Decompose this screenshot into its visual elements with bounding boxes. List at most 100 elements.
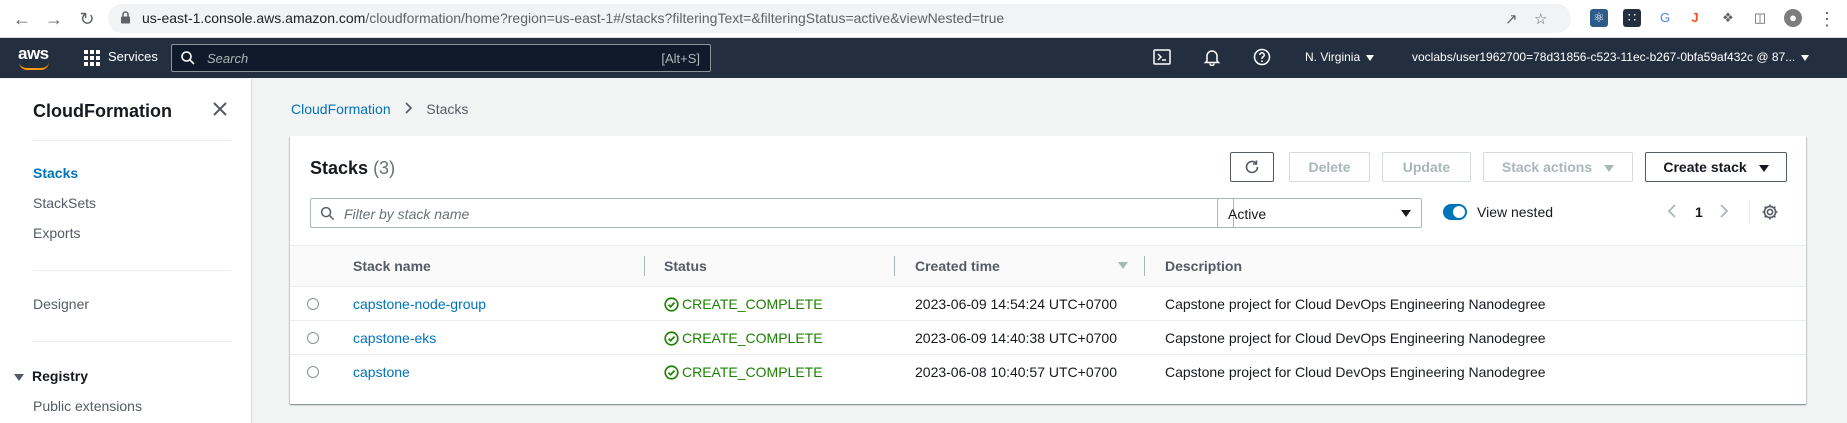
side-panel-icon[interactable]: ◫ — [1751, 9, 1769, 27]
column-resizer[interactable] — [1144, 256, 1145, 276]
update-button[interactable]: Update — [1382, 152, 1471, 182]
row-select-radio[interactable] — [307, 332, 319, 344]
stack-actions-button[interactable]: Stack actions — [1483, 152, 1633, 182]
row-select-radio[interactable] — [307, 298, 319, 310]
lock-icon — [121, 11, 130, 24]
table-header: Stack name Status Created time Descripti… — [290, 245, 1806, 287]
view-nested-toggle[interactable] — [1443, 204, 1467, 220]
status-text: CREATE_COMPLETE — [682, 296, 823, 312]
account-menu[interactable]: voclabs/user1962700=78d31856-c523-11ec-b… — [1412, 50, 1810, 64]
table-row[interactable]: capstone CREATE_COMPLETE 2023-06-08 10:4… — [290, 355, 1806, 389]
column-description[interactable]: Description — [1165, 258, 1242, 274]
caret-down-icon — [14, 373, 24, 381]
browser-toolbar: ← → ↻ us-east-1.console.aws.amazon.com/c… — [0, 0, 1847, 38]
sidebar-group-label: Registry — [32, 368, 89, 384]
column-status[interactable]: Status — [664, 258, 707, 274]
stack-description: Capstone project for Cloud DevOps Engine… — [1165, 364, 1546, 380]
extension-network-icon[interactable]: ∷ — [1623, 9, 1641, 27]
status-filter-select[interactable]: Active — [1217, 198, 1422, 228]
sidebar-divider — [33, 270, 231, 271]
sidebar-title[interactable]: CloudFormation — [33, 101, 172, 122]
url-host: us-east-1.console.aws.amazon.com — [142, 10, 366, 26]
bookmark-star-icon[interactable]: ☆ — [1534, 10, 1547, 28]
stack-name-filter-input[interactable]: Filter by stack name — [310, 198, 1234, 228]
page-number[interactable]: 1 — [1695, 204, 1703, 220]
created-time: 2023-06-09 14:40:38 UTC+0700 — [915, 330, 1117, 346]
status-text: CREATE_COMPLETE — [682, 330, 823, 346]
stack-name-link[interactable]: capstone — [353, 364, 410, 380]
create-stack-button[interactable]: Create stack — [1645, 152, 1787, 182]
stack-description: Capstone project for Cloud DevOps Engine… — [1165, 330, 1546, 346]
column-created-time[interactable]: Created time — [915, 258, 1000, 274]
caret-down-icon — [1758, 164, 1769, 172]
sidebar-item-exports[interactable]: Exports — [33, 225, 80, 241]
table-row[interactable]: capstone-eks CREATE_COMPLETE 2023-06-09 … — [290, 321, 1806, 355]
status-text: CREATE_COMPLETE — [682, 364, 823, 380]
aws-logo[interactable]: aws — [18, 44, 52, 70]
console-search-input[interactable]: Search [Alt+S] — [171, 44, 711, 72]
cloudshell-icon[interactable] — [1153, 48, 1171, 66]
status-filter-value: Active — [1228, 206, 1267, 222]
sidebar-divider — [33, 140, 231, 141]
extension-g-icon[interactable]: G — [1656, 9, 1674, 27]
profile-avatar[interactable]: ● — [1784, 9, 1802, 27]
delete-button[interactable]: Delete — [1289, 152, 1370, 182]
stack-name-link[interactable]: capstone-node-group — [353, 296, 486, 312]
gear-icon[interactable] — [1761, 203, 1779, 221]
url-text: us-east-1.console.aws.amazon.com/cloudfo… — [142, 10, 1004, 26]
back-icon[interactable]: ← — [10, 7, 34, 31]
view-nested-label: View nested — [1477, 204, 1554, 220]
help-icon[interactable] — [1253, 48, 1271, 66]
address-bar[interactable]: us-east-1.console.aws.amazon.com/cloudfo… — [108, 4, 1571, 33]
table-row[interactable]: capstone-node-group CREATE_COMPLETE 2023… — [290, 287, 1806, 321]
sidebar-divider — [33, 341, 231, 342]
sort-descending-icon[interactable] — [1118, 262, 1128, 269]
sidebar-item-designer[interactable]: Designer — [33, 296, 89, 312]
toggle-knob — [1453, 206, 1465, 218]
column-resizer[interactable] — [644, 256, 645, 276]
breadcrumb-cloudformation[interactable]: CloudFormation — [291, 101, 391, 117]
success-check-icon — [664, 365, 679, 380]
breadcrumb-current: Stacks — [426, 101, 469, 117]
column-stack-name[interactable]: Stack name — [353, 258, 431, 274]
row-select-radio[interactable] — [307, 366, 319, 378]
browser-menu-icon[interactable]: ⋮ — [1815, 7, 1839, 31]
next-page-icon[interactable] — [1715, 202, 1731, 220]
extension-j-icon[interactable]: J — [1686, 9, 1704, 27]
sidebar-group-registry[interactable]: Registry — [14, 368, 88, 384]
create-stack-label: Create stack — [1663, 159, 1747, 175]
success-check-icon — [664, 297, 679, 312]
chevron-down-icon — [1366, 54, 1375, 61]
reload-icon[interactable]: ↻ — [75, 7, 99, 31]
region-selector[interactable]: N. Virginia — [1305, 50, 1375, 64]
chevron-down-icon — [1801, 54, 1810, 61]
account-label: voclabs/user1962700=78d31856-c523-11ec-b… — [1412, 50, 1796, 64]
stack-status: CREATE_COMPLETE — [664, 364, 823, 380]
refresh-icon — [1245, 160, 1259, 174]
forward-icon[interactable]: → — [42, 7, 66, 31]
extensions-puzzle-icon[interactable]: ❖ — [1719, 9, 1737, 27]
stacks-table-container: Stacks (3) Delete Update Stack actions C… — [290, 136, 1806, 404]
success-check-icon — [664, 331, 679, 346]
sidebar-item-stacks[interactable]: Stacks — [33, 165, 78, 181]
search-shortcut: [Alt+S] — [661, 51, 700, 66]
panel-title: Stacks (3) — [310, 158, 395, 179]
notifications-bell-icon[interactable] — [1203, 48, 1221, 66]
sidebar-item-public-extensions[interactable]: Public extensions — [33, 398, 142, 414]
share-icon[interactable]: ↗ — [1505, 10, 1518, 28]
sidebar-item-stacksets[interactable]: StackSets — [33, 195, 96, 211]
stack-name-link[interactable]: capstone-eks — [353, 330, 436, 346]
filter-placeholder: Filter by stack name — [344, 206, 470, 222]
stack-status: CREATE_COMPLETE — [664, 330, 823, 346]
refresh-button[interactable] — [1230, 152, 1274, 182]
services-menu[interactable]: Services — [108, 49, 158, 64]
column-resizer[interactable] — [894, 256, 895, 276]
close-icon[interactable] — [212, 101, 228, 117]
services-grid-icon[interactable] — [84, 50, 100, 66]
search-icon — [320, 206, 335, 221]
url-path: /cloudformation/home?region=us-east-1#/s… — [365, 10, 1005, 26]
stack-description: Capstone project for Cloud DevOps Engine… — [1165, 296, 1546, 312]
previous-page-icon[interactable] — [1665, 202, 1681, 220]
extension-react-icon[interactable]: ⚛ — [1590, 9, 1608, 27]
panel-title-text: Stacks — [310, 158, 369, 178]
